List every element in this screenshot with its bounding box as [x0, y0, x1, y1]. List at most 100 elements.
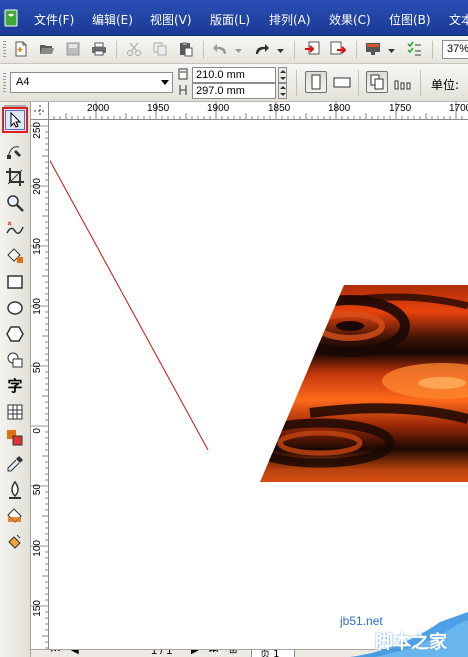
- chevron-down-icon: [161, 80, 169, 85]
- paste-icon[interactable]: [176, 39, 196, 59]
- page-height-value: 297.0 mm: [196, 85, 245, 97]
- interactive-tool-icon[interactable]: [4, 427, 26, 449]
- open-icon[interactable]: [37, 39, 57, 59]
- options-icon[interactable]: [404, 39, 424, 59]
- toolbar-separator: [296, 70, 297, 96]
- menu-bitmaps[interactable]: 位图(B): [389, 11, 431, 28]
- ruler-label: 150: [32, 600, 43, 617]
- page-width-spinner[interactable]: [278, 67, 287, 83]
- ruler-origin[interactable]: [31, 102, 49, 120]
- menu-bar: 文件(F) 编辑(E) 视图(V) 版面(L) 排列(A) 效果(C) 位图(B…: [0, 0, 468, 36]
- ruler-label: 1850: [268, 103, 291, 114]
- watermark-text: 脚本之家: [375, 632, 447, 653]
- ruler-label: 100: [32, 540, 43, 557]
- property-bar-grip[interactable]: [3, 73, 6, 93]
- last-page-icon[interactable]: ⏭: [209, 650, 218, 656]
- units-label: 单位:: [431, 78, 460, 92]
- app-logo-icon: [4, 9, 18, 27]
- ruler-label: 1950: [147, 103, 170, 114]
- annotation-arrow: [50, 159, 209, 451]
- ruler-label: 2000: [87, 103, 110, 114]
- add-page-icon[interactable]: ⊞: [229, 650, 237, 656]
- ruler-label: 200: [32, 178, 43, 195]
- toolbar-separator: [356, 41, 357, 59]
- menu-effects[interactable]: 效果(C): [329, 11, 371, 28]
- page-height-icon: [178, 84, 188, 99]
- freehand-tool-icon[interactable]: [4, 218, 26, 240]
- basic-shapes-tool-icon[interactable]: [4, 349, 26, 371]
- polygon-tool-icon[interactable]: [4, 323, 26, 345]
- menu-file[interactable]: 文件(F): [34, 11, 74, 28]
- smart-fill-tool-icon[interactable]: [4, 244, 26, 266]
- interactive-fill-tool-icon[interactable]: [4, 531, 26, 553]
- drawing-canvas[interactable]: [50, 121, 468, 649]
- watermark-url: jb51.net: [340, 614, 383, 628]
- all-pages-icon: [370, 74, 384, 90]
- zoom-tool-icon[interactable]: [4, 192, 26, 214]
- application-launcher-icon[interactable]: [363, 39, 383, 59]
- previous-page-icon[interactable]: ◀: [71, 650, 79, 656]
- toolbar-separator: [358, 70, 359, 96]
- redo-dropdown-icon[interactable]: [275, 41, 285, 61]
- menu-text[interactable]: 文本: [449, 11, 468, 28]
- crop-tool-icon[interactable]: [4, 166, 26, 188]
- current-page-icon: [394, 80, 411, 90]
- menu-arrange[interactable]: 排列(A): [269, 11, 311, 28]
- save-icon[interactable]: [63, 39, 83, 59]
- first-page-icon[interactable]: ⏮: [51, 650, 60, 656]
- ruler-label: 100: [32, 298, 43, 315]
- all-pages-button[interactable]: [366, 71, 388, 93]
- vertical-ruler[interactable]: 250 200 150 100 50 0 50 100 150: [31, 120, 49, 657]
- ruler-label: 50: [32, 362, 43, 374]
- fill-tool-icon[interactable]: [4, 505, 26, 527]
- zoom-level-value: 37%: [447, 43, 468, 55]
- rectangle-tool-icon[interactable]: [4, 271, 26, 293]
- launcher-dropdown-icon[interactable]: [386, 41, 396, 61]
- landscape-button[interactable]: [332, 73, 352, 94]
- ruler-origin-icon: [34, 105, 46, 117]
- page-width-value: 210.0 mm: [196, 69, 245, 81]
- portrait-button[interactable]: [305, 71, 327, 93]
- pick-tool-highlight: [2, 107, 28, 133]
- bitmap-image[interactable]: [250, 281, 468, 486]
- export-icon[interactable]: [328, 39, 348, 59]
- page-tab[interactable]: 页 1: [251, 650, 295, 657]
- toolbar-grip[interactable]: [3, 41, 6, 59]
- outline-tool-icon[interactable]: [4, 479, 26, 501]
- ellipse-tool-icon[interactable]: [4, 297, 26, 319]
- menu-view[interactable]: 视图(V): [150, 11, 192, 28]
- undo-icon[interactable]: [210, 39, 230, 59]
- eyedropper-tool-icon[interactable]: [4, 453, 26, 475]
- table-tool-icon[interactable]: [4, 401, 26, 423]
- page-width-icon: [178, 68, 188, 83]
- toolbar-separator: [203, 41, 204, 59]
- menu-edit[interactable]: 编辑(E): [92, 11, 133, 28]
- current-page-button[interactable]: [393, 73, 413, 94]
- text-tool-icon[interactable]: 字: [4, 374, 26, 396]
- shape-tool-icon[interactable]: [4, 140, 26, 162]
- print-icon[interactable]: [89, 39, 109, 59]
- menu-layout[interactable]: 版面(L): [210, 11, 250, 28]
- ruler-label: 250: [32, 122, 43, 139]
- zoom-level-field[interactable]: 37%: [442, 40, 468, 59]
- page-width-field[interactable]: 210.0 mm: [192, 67, 276, 83]
- page-size-dropdown[interactable]: A4: [10, 72, 173, 93]
- undo-dropdown-icon[interactable]: [233, 41, 243, 61]
- next-page-icon[interactable]: ▶: [191, 650, 199, 656]
- new-icon[interactable]: [11, 39, 31, 59]
- ruler-label: 50: [32, 484, 43, 496]
- copy-icon[interactable]: [150, 39, 170, 59]
- ruler-label: 0: [32, 428, 43, 434]
- toolbar-separator: [294, 41, 295, 59]
- landscape-icon: [333, 77, 351, 88]
- redo-icon[interactable]: [252, 39, 272, 59]
- toolbar-separator: [116, 41, 117, 59]
- cut-icon[interactable]: [124, 39, 144, 59]
- standard-toolbar: 37%: [0, 36, 468, 64]
- ruler-label: 1800: [328, 103, 351, 114]
- import-icon[interactable]: [302, 39, 322, 59]
- page-counter: 1 / 1: [151, 649, 173, 657]
- page-height-spinner[interactable]: [278, 83, 287, 99]
- page-height-field[interactable]: 297.0 mm: [192, 83, 276, 99]
- horizontal-ruler[interactable]: 2000 1950 1900 1850 1800 1750 1700: [31, 102, 468, 120]
